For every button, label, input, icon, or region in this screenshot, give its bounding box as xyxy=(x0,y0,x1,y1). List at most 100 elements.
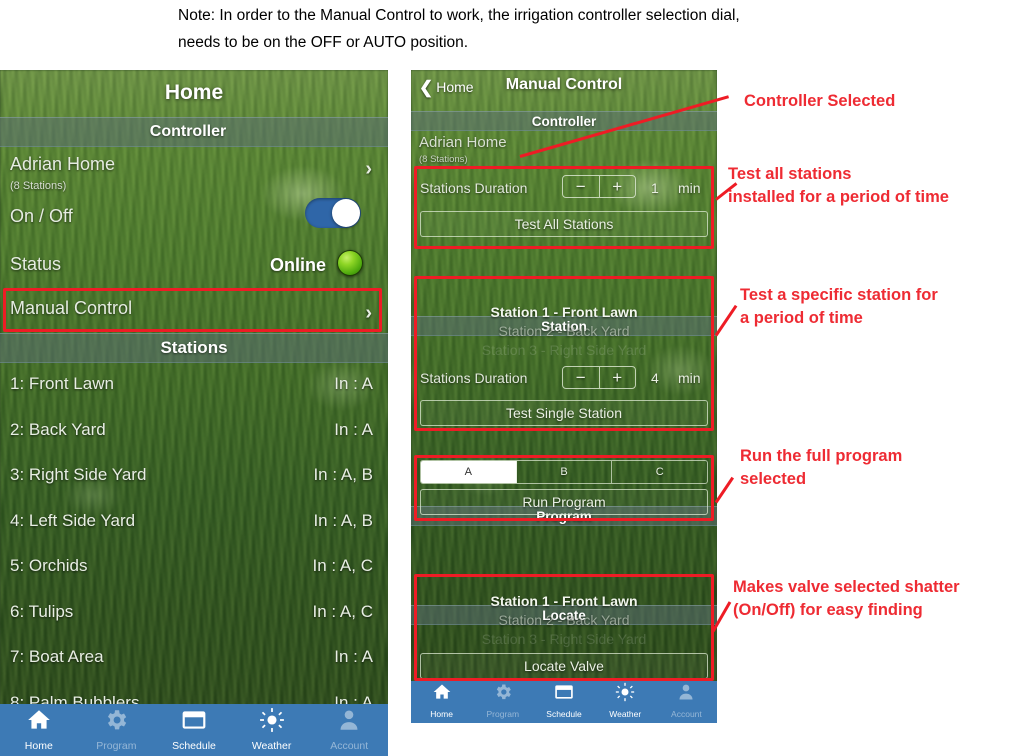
program-segment-c[interactable]: C xyxy=(612,461,707,483)
station-picker-selected: Station 1 - Front Lawn xyxy=(490,304,638,320)
home-icon xyxy=(26,707,52,738)
station-name: 4: Left Side Yard xyxy=(10,510,136,530)
stations-duration-stepper-single[interactable]: − + xyxy=(562,366,636,389)
station-list-item[interactable]: 1: Front Lawn In : A xyxy=(0,364,388,409)
station-list-item[interactable]: 3: Right Side Yard In : A, B xyxy=(0,455,388,500)
program-segmented-control[interactable]: ABC xyxy=(420,460,708,484)
tab-account[interactable]: Account xyxy=(656,682,717,723)
page-root: Note: In order to the Manual Control to … xyxy=(0,0,1029,756)
home-screen-phone: Home Controller Adrian Home (8 Stations)… xyxy=(0,70,388,756)
station-programs: In : A xyxy=(334,647,373,666)
increment-button[interactable]: + xyxy=(600,367,636,388)
bottom-tab-bar: Home Program Schedule Weather Account xyxy=(411,681,717,723)
tab-label: Account xyxy=(671,709,702,719)
manual-control-chevron-right-icon[interactable]: › xyxy=(365,302,372,325)
tab-program[interactable]: Program xyxy=(78,707,156,756)
tab-label: Program xyxy=(486,709,520,719)
station-name: 7: Boat Area xyxy=(10,647,104,666)
tab-program[interactable]: Program xyxy=(472,682,533,723)
manual-control-label[interactable]: Manual Control xyxy=(10,298,132,319)
annotation-line-2: a period of time xyxy=(740,309,863,327)
annotation-line-1: Controller Selected xyxy=(744,92,896,110)
annotation-run-program: Run the full program selected xyxy=(740,445,902,491)
pointer-line-test-single xyxy=(714,304,738,337)
locate-valve-button[interactable]: Locate Valve xyxy=(420,653,708,679)
annotation-line-1: Test a specific station for xyxy=(740,286,938,304)
station-list-item[interactable]: 5: Orchids In : A, C xyxy=(0,546,388,591)
annotation-test-single: Test a specific station for a period of … xyxy=(740,284,938,330)
station-list-item[interactable]: 4: Left Side Yard In : A, B xyxy=(0,501,388,546)
status-indicator-icon xyxy=(337,250,363,276)
nav-title: Manual Control xyxy=(505,76,623,93)
tab-label: Account xyxy=(330,740,369,752)
station-name: 2: Back Yard xyxy=(10,419,106,439)
instruction-note: Note: In order to the Manual Control to … xyxy=(178,2,988,56)
annotation-line-1: Test all stations xyxy=(728,165,852,183)
stations-duration-value-all: 1 xyxy=(651,180,659,196)
page-title: Home xyxy=(164,81,224,104)
calendar-icon xyxy=(554,682,574,707)
onoff-label: On / Off xyxy=(10,206,73,226)
station-picker-next: Station 2 - Back Yard xyxy=(498,323,630,339)
section-header-controller-label: Controller xyxy=(531,113,597,129)
section-header-stations: Stations xyxy=(0,333,388,363)
station-programs: In : A xyxy=(334,374,373,393)
station-list-item[interactable]: 6: Tulips In : A, C xyxy=(0,592,388,637)
stations-duration-stepper-all[interactable]: − + xyxy=(562,175,636,198)
sun-icon xyxy=(615,682,635,707)
station-picker-next2: Station 3 - Right Side Yard xyxy=(481,342,647,358)
tab-account[interactable]: Account xyxy=(310,707,388,756)
tab-home[interactable]: Home xyxy=(0,707,78,756)
station-programs: In : A, C xyxy=(312,556,373,575)
stations-duration-unit-single: min xyxy=(678,370,701,386)
stations-duration-unit-all: min xyxy=(678,180,701,196)
locate-picker[interactable]: Station 1 - Front Lawn Station 2 - Back … xyxy=(420,593,708,647)
program-segment-a[interactable]: A xyxy=(421,461,517,483)
onoff-toggle[interactable] xyxy=(305,198,361,228)
annotation-controller-selected: Controller Selected xyxy=(744,90,895,113)
test-single-station-button[interactable]: Test Single Station xyxy=(420,400,708,426)
tab-label: Weather xyxy=(251,740,292,752)
controller-name: Adrian Home xyxy=(10,154,116,174)
tab-home[interactable]: Home xyxy=(411,682,472,723)
station-programs: In : A xyxy=(334,419,373,439)
decrement-button[interactable]: − xyxy=(563,367,599,388)
station-picker[interactable]: Station 1 - Front Lawn Station 2 - Back … xyxy=(420,304,708,358)
chevron-right-icon[interactable]: › xyxy=(365,158,372,181)
stations-duration-label-single: Stations Duration xyxy=(420,370,528,386)
controller-station-count: (8 Stations) xyxy=(419,154,468,165)
annotation-line-2: selected xyxy=(740,470,807,488)
run-program-button[interactable]: Run Program xyxy=(420,489,708,515)
increment-button[interactable]: + xyxy=(600,176,636,197)
station-list-item[interactable]: 7: Boat Area In : A xyxy=(0,637,388,682)
tab-label: Home xyxy=(24,740,53,752)
tab-weather[interactable]: Weather xyxy=(233,707,311,756)
tab-label: Home xyxy=(430,709,453,719)
decrement-button[interactable]: − xyxy=(563,176,599,197)
station-name: 6: Tulips xyxy=(10,601,74,621)
gear-icon xyxy=(493,682,513,707)
station-name: 1: Front Lawn xyxy=(10,374,114,393)
calendar-icon xyxy=(181,707,207,738)
tab-label: Program xyxy=(96,740,137,752)
toggle-knob xyxy=(332,199,360,227)
station-name: 5: Orchids xyxy=(10,556,88,575)
tab-weather[interactable]: Weather xyxy=(595,682,656,723)
annotation-line-1: Run the full program xyxy=(740,447,903,465)
annotation-line-2: installed for a period of time xyxy=(728,188,949,206)
program-segment-b[interactable]: B xyxy=(517,461,613,483)
locate-picker-selected: Station 1 - Front Lawn xyxy=(490,593,638,609)
stations-duration-label-all: Stations Duration xyxy=(420,180,528,196)
tab-schedule[interactable]: Schedule xyxy=(533,682,594,723)
bottom-tab-bar: Home Program Schedule Weather Account xyxy=(0,704,388,756)
controller-name: Adrian Home xyxy=(419,134,507,151)
nav-bar: ❮ Home Manual Control xyxy=(411,70,717,104)
controller-station-count: (8 Stations) xyxy=(10,180,67,192)
tab-label: Schedule xyxy=(172,740,216,752)
tab-label: Weather xyxy=(609,709,642,719)
test-all-stations-button[interactable]: Test All Stations xyxy=(420,211,708,237)
section-header-controller: Controller xyxy=(0,117,388,147)
tab-schedule[interactable]: Schedule xyxy=(155,707,233,756)
station-list-item[interactable]: 2: Back Yard In : A xyxy=(0,410,388,455)
home-icon xyxy=(432,682,452,707)
